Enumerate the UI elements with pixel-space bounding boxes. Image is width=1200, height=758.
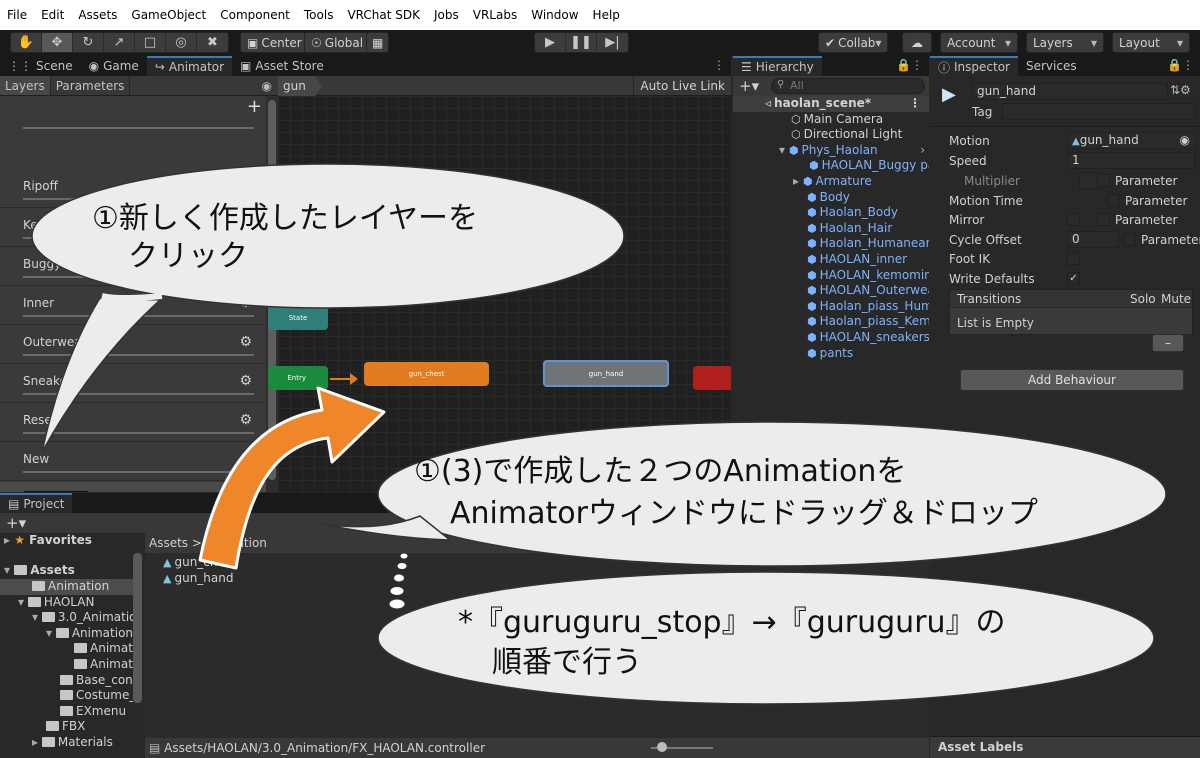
callout-text-3: *『guruguru_stop』→『guruguru』の 順番で行う: [458, 603, 1006, 683]
callout-2-line-1: ①(3)で作成した２つのAnimationを: [414, 454, 907, 489]
callout-3-line-1: *『guruguru_stop』→『guruguru』の: [458, 605, 1006, 640]
callout-text-1: ①新しく作成したレイヤーを クリック: [92, 200, 478, 276]
drag-arrow-icon: [198, 386, 386, 570]
callout-joint: [101, 293, 163, 301]
callout-3-line-2: 順番で行う: [492, 645, 642, 680]
callout-text-2: ①(3)で作成した２つのAnimationを Animatorウィンドウにドラッ…: [414, 451, 1038, 535]
thought-dot: [388, 598, 406, 610]
thought-dot: [393, 573, 405, 583]
callout-1-line-1: ①新しく作成したレイヤーを: [92, 201, 478, 236]
callout-2-line-2: Animatorウィンドウにドラッグ＆ドロップ: [450, 496, 1038, 531]
callout-1-line-2: クリック: [128, 239, 248, 274]
thought-dot: [396, 562, 408, 570]
callout-tail: [41, 297, 162, 453]
thought-dot: [389, 586, 405, 596]
thought-dot: [399, 552, 409, 560]
